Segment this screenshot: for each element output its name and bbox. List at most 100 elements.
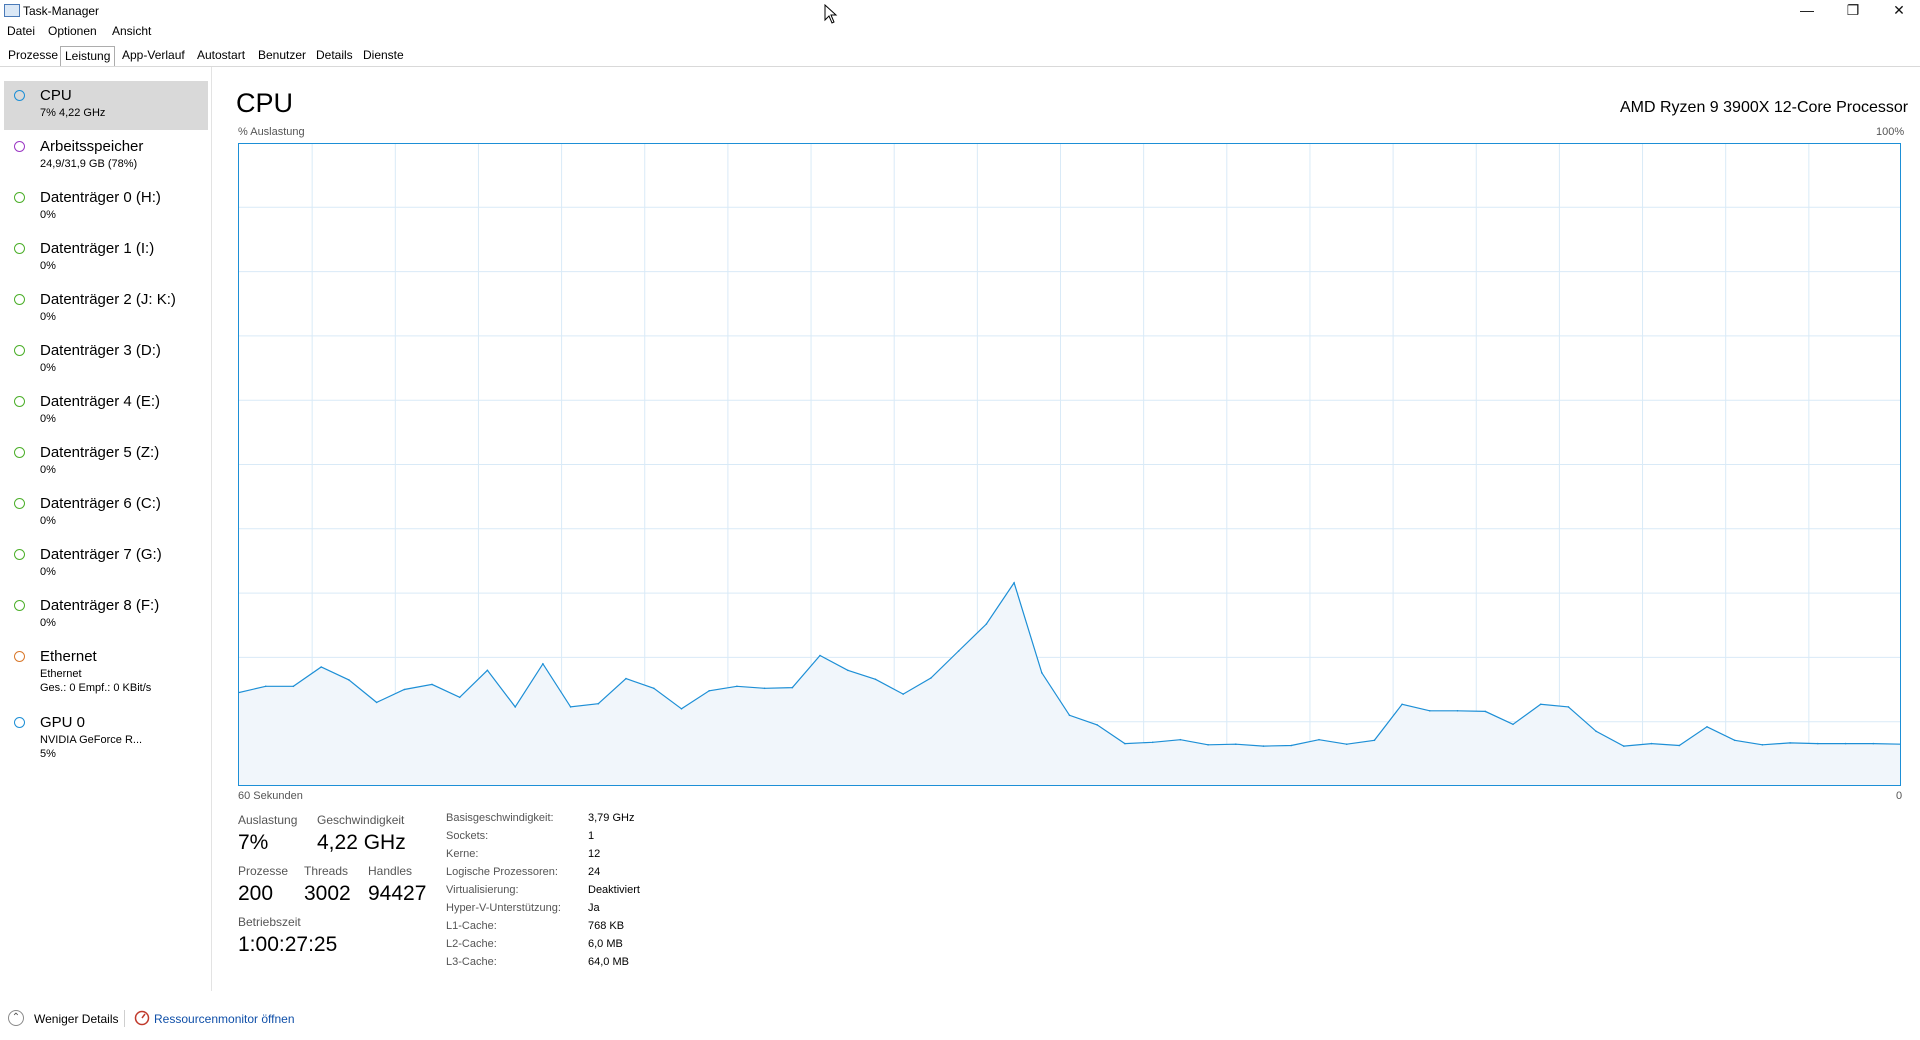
resource-indicator-icon <box>14 345 25 356</box>
resource-monitor-icon[interactable] <box>134 1010 150 1026</box>
resource-indicator-icon <box>14 549 25 560</box>
uptime-value: 1:00:27:25 <box>238 933 338 956</box>
spec-value: 12 <box>588 848 601 860</box>
tab-autostart[interactable]: Autostart <box>197 48 245 62</box>
tab-dienste[interactable]: Dienste <box>363 48 404 62</box>
cpu-data-point <box>1207 744 1209 746</box>
sidebar-item-10[interactable]: Datenträger 8 (F:) 0% <box>4 591 208 640</box>
handles-value: 94427 <box>368 882 427 905</box>
sidebar-item-7[interactable]: Datenträger 5 (Z:) 0% <box>4 438 208 487</box>
cpu-data-point <box>1650 742 1653 745</box>
close-button[interactable]: ✕ <box>1876 0 1920 22</box>
menu-datei[interactable]: Datei <box>7 24 35 38</box>
threads-label: Threads <box>304 864 349 878</box>
sidebar-item-12[interactable]: GPU 0 NVIDIA GeForce R... 5% <box>4 708 208 760</box>
speed-label: Geschwindigkeit <box>317 813 405 827</box>
cpu-data-point <box>1096 724 1098 726</box>
resource-indicator-icon <box>14 447 25 458</box>
sidebar-item-name: GPU 0 <box>40 714 86 731</box>
cpu-data-point <box>1124 742 1126 745</box>
menu-ansicht[interactable]: Ansicht <box>112 24 151 38</box>
tab-leistung[interactable]: Leistung <box>60 46 116 66</box>
sidebar-item-4[interactable]: Datenträger 2 (J: K:) 0% <box>4 285 208 334</box>
sidebar-item-sub2: Ges.: 0 Empf.: 0 KBit/s <box>40 682 152 694</box>
resource-indicator-icon <box>14 498 25 509</box>
processes-value: 200 <box>238 882 274 905</box>
spec-label: L3-Cache: <box>446 956 497 968</box>
cpu-data-point <box>569 706 572 708</box>
utilization-label: Auslastung <box>238 813 298 827</box>
cpu-data-point <box>1539 703 1542 706</box>
spec-label: L1-Cache: <box>446 920 497 932</box>
chevron-up-icon[interactable]: ⌃ <box>8 1010 24 1026</box>
cpu-data-point <box>625 677 627 680</box>
sidebar-item-2[interactable]: Datenträger 0 (H:) 0% <box>4 183 208 232</box>
utilization-value: 7% <box>238 831 269 854</box>
x-axis-end-label: 0 <box>1896 790 1903 802</box>
sidebar-item-sub: 0% <box>40 464 56 476</box>
cpu-data-point <box>1706 726 1708 728</box>
spec-value: 6,0 MB <box>588 938 623 950</box>
sidebar-item-1[interactable]: Arbeitsspeicher 24,9/31,9 GB (78%) <box>4 132 208 181</box>
sidebar-item-0[interactable]: CPU 7% 4,22 GHz <box>4 81 208 130</box>
spec-label: Basisgeschwindigkeit: <box>446 812 554 824</box>
sidebar-item-9[interactable]: Datenträger 7 (G:) 0% <box>4 540 208 589</box>
resource-sidebar: CPU 7% 4,22 GHz Arbeitsspeicher 24,9/31,9 G… <box>4 81 208 991</box>
tab-benutzer[interactable]: Benutzer <box>258 48 306 62</box>
sidebar-item-name: Datenträger 3 (D:) <box>40 342 161 359</box>
cpu-data-point <box>1068 714 1071 717</box>
cpu-data-point <box>403 688 406 691</box>
tab-app-verlauf[interactable]: App-Verlauf <box>122 48 185 62</box>
sidebar-item-3[interactable]: Datenträger 1 (I:) 0% <box>4 234 208 283</box>
resource-monitor-link[interactable]: Ressourcenmonitor öffnen <box>154 1012 295 1026</box>
cpu-data-point <box>1318 738 1320 741</box>
cpu-data-point <box>1872 742 1875 745</box>
resource-indicator-icon <box>14 294 25 305</box>
y-axis-label: % Auslastung <box>238 126 305 138</box>
spec-value: Ja <box>588 902 600 914</box>
cpu-data-point <box>791 686 794 689</box>
cpu-data-point <box>431 683 433 686</box>
sidebar-item-11[interactable]: Ethernet Ethernet Ges.: 0 Empf.: 0 KBit/s <box>4 642 208 694</box>
sidebar-item-sub: 0% <box>40 566 56 578</box>
sidebar-item-sub: 0% <box>40 311 56 323</box>
cpu-data-point <box>985 623 988 625</box>
minimize-button[interactable]: — <box>1784 0 1830 22</box>
processor-name: AMD Ryzen 9 3900X 12-Core Processor <box>1620 99 1909 116</box>
sidebar-item-sub: 0% <box>40 413 56 425</box>
sidebar-item-sub: 0% <box>40 362 56 374</box>
cpu-data-point <box>264 685 267 688</box>
menu-optionen[interactable]: Optionen <box>48 24 97 38</box>
spec-label: Virtualisierung: <box>446 884 519 896</box>
cpu-data-point <box>874 678 877 681</box>
uptime-label: Betriebszeit <box>238 915 301 929</box>
sidebar-item-name: Datenträger 6 (C:) <box>40 495 161 512</box>
cpu-data-point <box>819 654 821 657</box>
sidebar-item-sub: 24,9/31,9 GB (78%) <box>40 158 138 170</box>
sidebar-item-name: Datenträger 7 (G:) <box>40 546 162 563</box>
cpu-data-point <box>486 669 489 672</box>
sidebar-item-8[interactable]: Datenträger 6 (C:) 0% <box>4 489 208 538</box>
sidebar-item-6[interactable]: Datenträger 4 (E:) 0% <box>4 387 208 436</box>
fewer-details-link[interactable]: Weniger Details <box>34 1012 118 1026</box>
cpu-data-point <box>1345 743 1348 745</box>
cpu-data-point <box>930 677 932 679</box>
tab-details[interactable]: Details <box>316 48 353 62</box>
cpu-data-point <box>1789 742 1791 744</box>
cpu-data-point <box>292 685 295 688</box>
maximize-button[interactable]: ❐ <box>1830 0 1876 22</box>
cpu-data-point <box>348 679 350 681</box>
tab-prozesse[interactable]: Prozesse <box>8 48 58 62</box>
cpu-data-point <box>736 685 738 688</box>
sidebar-item-name: Datenträger 8 (F:) <box>40 597 160 614</box>
title-bar: Task-Manager — ❐ ✕ <box>0 0 1920 22</box>
spec-value: 64,0 MB <box>588 956 629 968</box>
cpu-data-point <box>458 696 461 699</box>
spec-value: 1 <box>588 830 595 842</box>
cpu-data-point <box>1013 582 1015 584</box>
spec-value: 3,79 GHz <box>588 812 635 824</box>
resource-indicator-icon <box>14 717 25 728</box>
sidebar-item-5[interactable]: Datenträger 3 (D:) 0% <box>4 336 208 385</box>
cpu-data-point <box>1235 743 1237 745</box>
cpu-data-point <box>1761 744 1764 746</box>
